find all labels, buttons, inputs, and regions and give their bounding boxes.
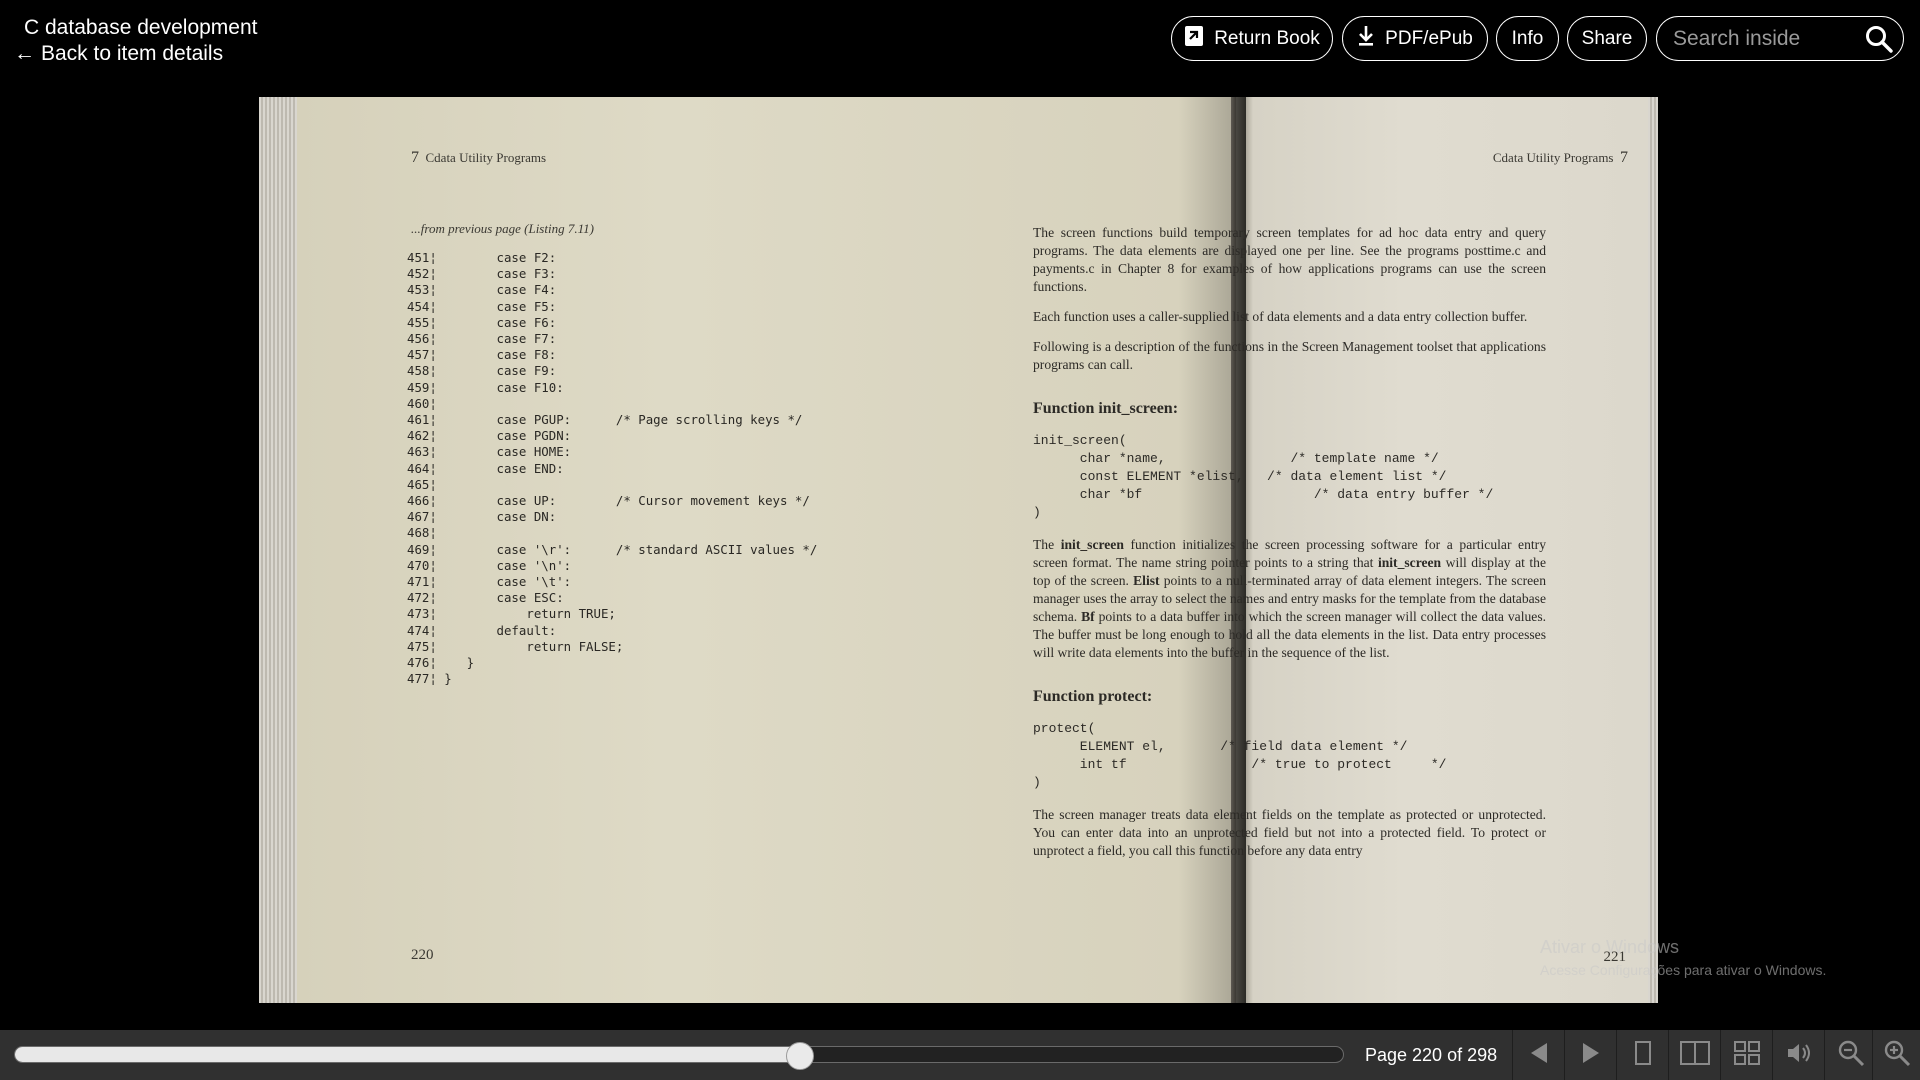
search-icon[interactable] bbox=[1865, 25, 1893, 53]
return-book-button[interactable]: Return Book bbox=[1171, 16, 1333, 61]
page-slider-fill bbox=[15, 1047, 800, 1062]
info-label: Info bbox=[1511, 27, 1544, 49]
heading-protect: Function protect: bbox=[1033, 688, 1153, 705]
page-slider-track[interactable] bbox=[14, 1046, 1344, 1063]
code-line: 466¦ case UP: /* Cursor movement keys */ bbox=[407, 493, 810, 509]
code-line: 461¦ case PGUP: /* Page scrolling keys *… bbox=[407, 412, 803, 428]
right-head: Cdata Utility Programs 7 bbox=[1493, 149, 1628, 167]
paragraph-description: Following is a description of the functi… bbox=[1033, 339, 1546, 372]
right-page-text: The screen functions build temporary scr… bbox=[1033, 224, 1546, 872]
left-chapter-number: 7 bbox=[411, 149, 419, 166]
code-line: 470¦ case '\n': bbox=[407, 557, 572, 573]
code-protect: protect( ELEMENT el, /* field data eleme… bbox=[1033, 721, 1447, 790]
search-inside-box bbox=[1656, 16, 1904, 61]
watermark-subtitle: Acesse Configurações para ativar o Windo… bbox=[1540, 962, 1827, 978]
share-label: Share bbox=[1581, 27, 1633, 49]
code-line: 455¦ case F6: bbox=[407, 314, 557, 330]
book-title: C database development bbox=[24, 16, 258, 39]
info-button[interactable]: Info bbox=[1496, 16, 1559, 61]
code-line: 454¦ case F5: bbox=[407, 298, 557, 314]
watermark-title: Ativar o Windows bbox=[1540, 937, 1680, 957]
next-page-button[interactable] bbox=[1564, 1030, 1616, 1080]
left-running-head-title: Cdata Utility Programs bbox=[425, 150, 547, 165]
right-head-chapter: 7 bbox=[1620, 149, 1628, 166]
return-book-label: Return Book bbox=[1214, 27, 1320, 49]
back-arrow-icon: ← bbox=[14, 42, 35, 65]
code-listing: 451¦ case F2: 452¦ case F3: 453¦ case F4: 4… bbox=[407, 250, 817, 687]
code-line: 471¦ case '\t': bbox=[407, 574, 572, 590]
thumbnail-view-button[interactable] bbox=[1720, 1030, 1772, 1080]
left-running-head: 7 Cdata Utility Programs bbox=[411, 149, 546, 167]
download-icon bbox=[1357, 25, 1375, 53]
prev-page-button[interactable] bbox=[1512, 1030, 1564, 1080]
code-line: 452¦ case F3: bbox=[407, 266, 557, 282]
code-line: 464¦ case END: bbox=[407, 460, 564, 476]
code-line: 473¦ return TRUE; bbox=[407, 606, 616, 622]
paragraph-intro: The screen functions build temporary scr… bbox=[1033, 225, 1546, 294]
page-indicator: Page 220 of 298 bbox=[1365, 1045, 1498, 1065]
read-aloud-icon bbox=[1786, 1041, 1812, 1070]
code-line: 472¦ case ESC: bbox=[407, 590, 564, 606]
back-link-label: Back to item details bbox=[41, 42, 224, 65]
two-page-view-icon bbox=[1679, 1040, 1711, 1071]
zoom-in-button[interactable] bbox=[1872, 1030, 1920, 1080]
pdf-epub-button[interactable]: PDF/ePub bbox=[1342, 16, 1488, 61]
back-to-item-details-link[interactable]: ← Back to item details bbox=[14, 42, 223, 66]
code-line: 465¦ bbox=[407, 476, 437, 492]
zoom-out-icon bbox=[1837, 1039, 1865, 1072]
code-line: 467¦ case DN: bbox=[407, 509, 557, 525]
paragraph-caller-list: Each function uses a caller-supplied lis… bbox=[1033, 309, 1528, 324]
from-previous-note: ...from previous page (Listing 7.11) bbox=[411, 221, 594, 236]
right-head-title: Cdata Utility Programs bbox=[1492, 150, 1614, 165]
code-line: 456¦ case F7: bbox=[407, 331, 557, 347]
zoom-in-icon bbox=[1883, 1039, 1911, 1072]
code-line: 476¦ } bbox=[407, 655, 475, 671]
search-inside-input[interactable] bbox=[1673, 26, 1863, 51]
code-line: 459¦ case F10: bbox=[407, 379, 564, 395]
code-line: 453¦ case F4: bbox=[407, 282, 557, 298]
code-line: 469¦ case '\r': /* standard ASCII values… bbox=[407, 541, 818, 557]
code-line: 463¦ case HOME: bbox=[407, 444, 572, 460]
zoom-out-button[interactable] bbox=[1824, 1030, 1876, 1080]
code-init-screen: init_screen( char *name, /* template nam… bbox=[1033, 433, 1494, 520]
one-page-view-icon bbox=[1634, 1040, 1652, 1071]
code-line: 468¦ bbox=[407, 525, 437, 541]
left-page-edges bbox=[259, 97, 297, 1003]
paragraph-init-screen: The init_screen function initializes the… bbox=[1033, 537, 1547, 660]
thumbnail-view-icon bbox=[1733, 1040, 1761, 1071]
share-button[interactable]: Share bbox=[1567, 16, 1647, 61]
two-page-view-button[interactable] bbox=[1668, 1030, 1720, 1080]
code-line: 477¦ } bbox=[407, 671, 452, 687]
next-page-icon bbox=[1581, 1042, 1601, 1069]
one-page-view-button[interactable] bbox=[1616, 1030, 1668, 1080]
bottom-toolbar: Page 220 of 298 bbox=[0, 1030, 1920, 1080]
pdf-epub-label: PDF/ePub bbox=[1385, 27, 1473, 49]
read-aloud-button[interactable] bbox=[1772, 1030, 1824, 1080]
code-line: 460¦ bbox=[407, 395, 437, 411]
prev-page-icon bbox=[1529, 1042, 1549, 1069]
paragraph-protect: The screen manager treats data element f… bbox=[1033, 807, 1546, 858]
code-line: 457¦ case F8: bbox=[407, 347, 557, 363]
return-book-icon bbox=[1184, 25, 1204, 53]
page-slider-thumb[interactable] bbox=[786, 1042, 815, 1070]
top-bar: C database development ← Back to item det… bbox=[0, 0, 1920, 90]
left-page-number: 220 bbox=[411, 947, 434, 963]
right-edge-stack bbox=[1648, 97, 1658, 1003]
code-line: 451¦ case F2: bbox=[407, 250, 557, 265]
code-line: 462¦ case PGDN: bbox=[407, 428, 572, 444]
windows-activation-watermark: Ativar o Windows Acesse Configurações pa… bbox=[1540, 937, 1826, 978]
code-line: 474¦ default: bbox=[407, 622, 557, 638]
heading-init-screen: Function init_screen: bbox=[1033, 400, 1179, 417]
code-line: 475¦ return FALSE; bbox=[407, 638, 624, 654]
code-line: 458¦ case F9: bbox=[407, 363, 557, 379]
